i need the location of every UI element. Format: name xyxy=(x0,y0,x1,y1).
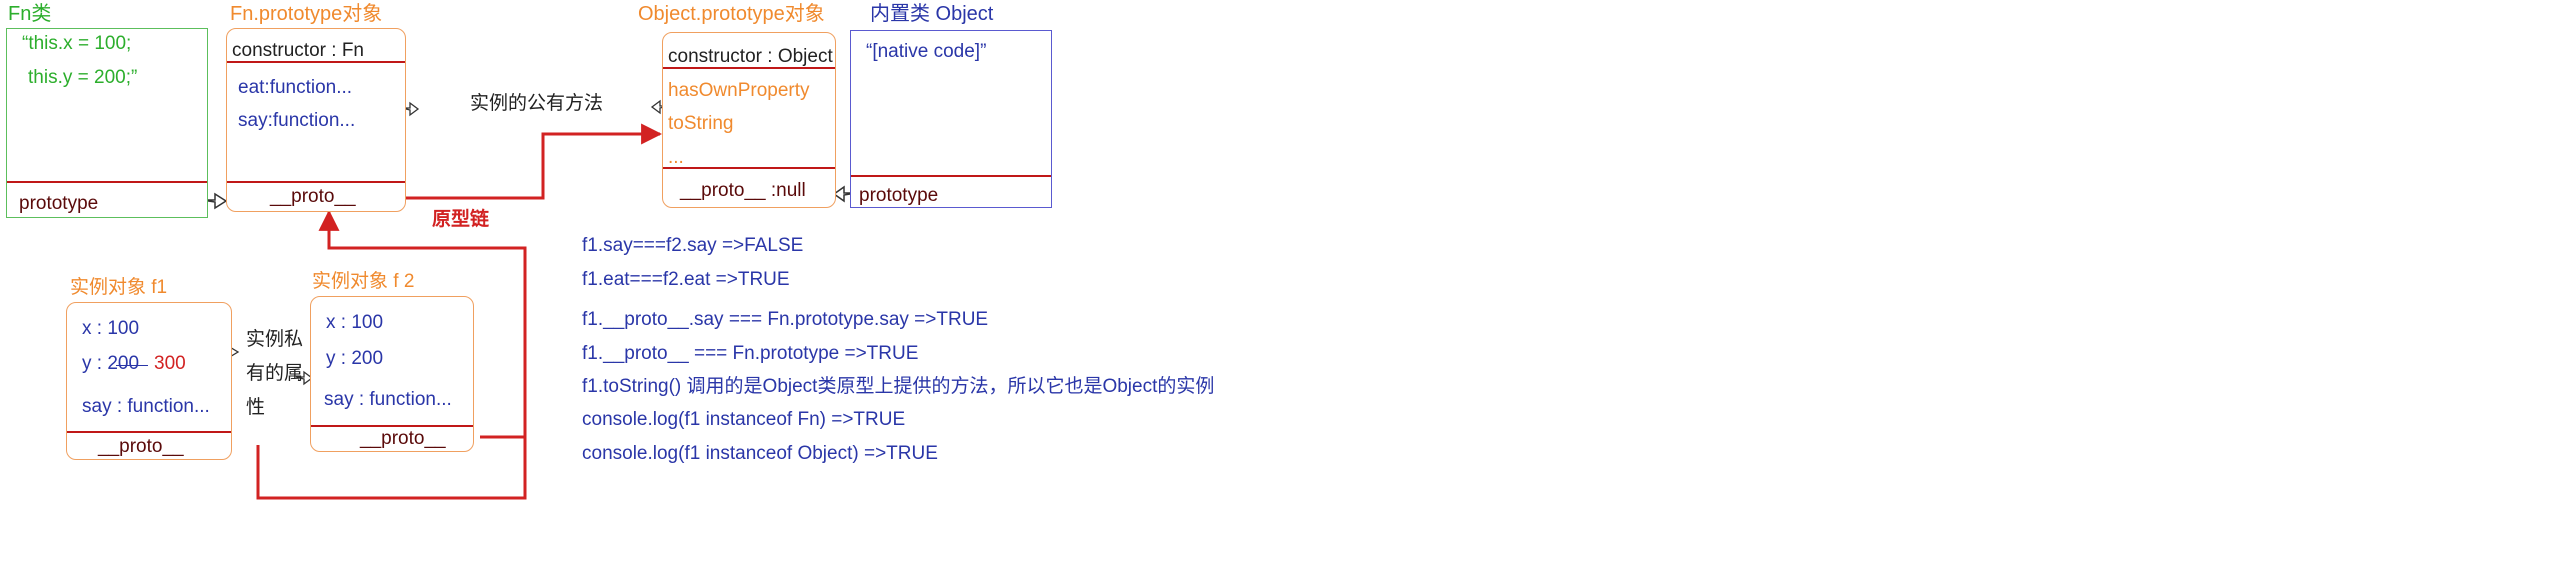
fn-class-title: Fn类 xyxy=(8,3,52,25)
fn-prototype-separator-top xyxy=(227,61,405,63)
instance-f2-say: say : function... xyxy=(324,389,452,410)
object-prototype-ellipsis: ... xyxy=(668,147,684,168)
object-class-title: 内置类 Object xyxy=(870,3,994,25)
object-native-code: “[native code]” xyxy=(866,41,987,62)
object-prototype-proto-null: __proto__ :null xyxy=(680,180,806,201)
private-label-line1: 实例私 xyxy=(246,329,304,350)
object-class-separator xyxy=(851,175,1051,177)
note-line-4: f1.__proto__ === Fn.prototype =>TRUE xyxy=(582,343,919,364)
instance-f2-x: x : 100 xyxy=(326,312,384,333)
fn-prototype-proto: __proto__ xyxy=(270,186,356,207)
public-methods-label: 实例的公有方法 xyxy=(470,93,604,114)
fn-code-line-1: “this.x = 100; xyxy=(22,33,132,54)
fn-prototype-constructor: constructor : Fn xyxy=(232,40,364,61)
object-prototype-hasownproperty: hasOwnProperty xyxy=(668,80,810,101)
object-prototype-title: Object.prototype对象 xyxy=(638,3,825,25)
fn-prototype-property: prototype xyxy=(19,193,99,214)
fn-prototype-separator-bottom xyxy=(227,181,405,183)
instance-f2-title: 实例对象 f 2 xyxy=(312,271,415,292)
fn-class-separator xyxy=(7,181,207,183)
object-prototype-separator-top xyxy=(663,67,835,69)
instance-f1-proto: __proto__ xyxy=(98,436,184,457)
private-label-line2: 有的属 xyxy=(246,363,304,384)
private-label-line3: 性 xyxy=(246,397,266,418)
instance-f1-separator xyxy=(67,431,231,433)
note-line-6: console.log(f1 instanceof Fn) =>TRUE xyxy=(582,409,906,430)
instance-f2-proto: __proto__ xyxy=(360,428,446,449)
note-line-2: f1.eat===f2.eat =>TRUE xyxy=(582,269,790,290)
instance-f2-separator xyxy=(311,425,473,427)
instance-f2-y: y : 200 xyxy=(326,348,384,369)
instance-f1-y-strikethrough xyxy=(116,365,148,366)
fn-prototype-title: Fn.prototype对象 xyxy=(230,3,383,25)
object-prototype-tostring: toString xyxy=(668,113,734,134)
prototype-chain-label: 原型链 xyxy=(432,209,490,230)
instance-f1-y-old: y : 200 xyxy=(82,353,140,374)
instance-f1-title: 实例对象 f1 xyxy=(70,277,168,298)
fn-class-box: prototype xyxy=(6,28,208,218)
prototype-chain-diagram: Fn类 prototype “this.x = 100; this.y = 20… xyxy=(0,0,2576,576)
note-line-1: f1.say===f2.say =>FALSE xyxy=(582,235,804,256)
fn-code-line-2: this.y = 200;” xyxy=(28,67,138,88)
note-line-3: f1.__proto__.say === Fn.prototype.say =>… xyxy=(582,309,989,330)
object-prototype-separator-bottom xyxy=(663,167,835,169)
note-line-5: f1.toString() 调用的是Object类原型上提供的方法，所以它也是O… xyxy=(582,376,1215,397)
instance-f1-y-new: 300 xyxy=(154,353,186,374)
object-prototype-property: prototype xyxy=(859,185,939,206)
object-prototype-constructor: constructor : Object xyxy=(668,46,833,67)
fn-prototype-say: say:function... xyxy=(238,110,356,131)
proto-link-fnprototype-to-objectprototype xyxy=(372,123,663,200)
note-line-7: console.log(f1 instanceof Object) =>TRUE xyxy=(582,443,938,464)
instance-f1-say: say : function... xyxy=(82,396,210,417)
fn-prototype-eat: eat:function... xyxy=(238,77,353,98)
instance-f1-x: x : 100 xyxy=(82,318,140,339)
